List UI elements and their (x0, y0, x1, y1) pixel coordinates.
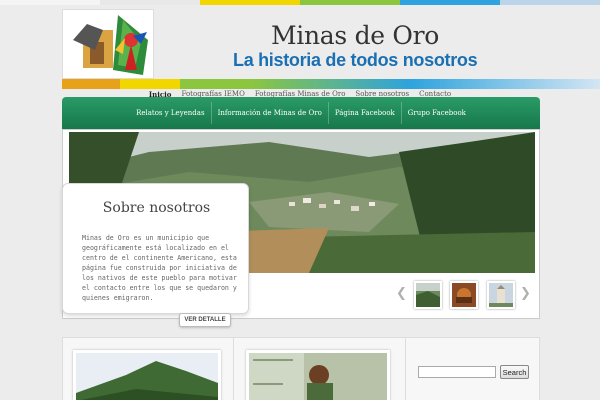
main-nav: Relatos y Leyendas Información de Minas … (62, 97, 540, 129)
nav-item-relatos-y-leyendas[interactable]: Relatos y Leyendas (130, 109, 211, 117)
chevron-left-icon[interactable]: ❮ (396, 286, 407, 301)
ver-detalle-button[interactable]: VER DETALLE (179, 313, 231, 327)
slider-thumbnail[interactable] (487, 281, 515, 309)
nav-item-grupo-facebook[interactable]: Grupo Facebook (402, 109, 472, 117)
site-header: Minas de Oro La historia de todos nosotr… (0, 5, 600, 90)
post-thumbnail[interactable] (73, 350, 221, 400)
post-thumbnail[interactable] (246, 350, 390, 400)
slider-thumbnail[interactable] (450, 281, 478, 309)
search-input[interactable] (418, 366, 496, 378)
site-title[interactable]: Minas de Oro (271, 21, 439, 50)
chevron-right-icon[interactable]: ❯ (520, 286, 531, 301)
site-tagline: La historia de todos nosotros (233, 50, 478, 70)
column-divider (405, 337, 406, 400)
search-button[interactable]: Search (500, 365, 529, 379)
nav-item-informacion[interactable]: Información de Minas de Oro (212, 109, 328, 117)
featured-text: Minas de Oro es un municipio que geográf… (82, 234, 237, 302)
featured-title[interactable]: Sobre nosotros (63, 200, 250, 216)
featured-info-box: Sobre nosotros Minas de Oro es un munici… (62, 183, 249, 314)
site-logo[interactable] (62, 9, 154, 79)
nav-item-pagina-facebook[interactable]: Página Facebook (329, 109, 401, 117)
column-divider (233, 337, 234, 400)
slider-thumbnail[interactable] (414, 281, 442, 309)
